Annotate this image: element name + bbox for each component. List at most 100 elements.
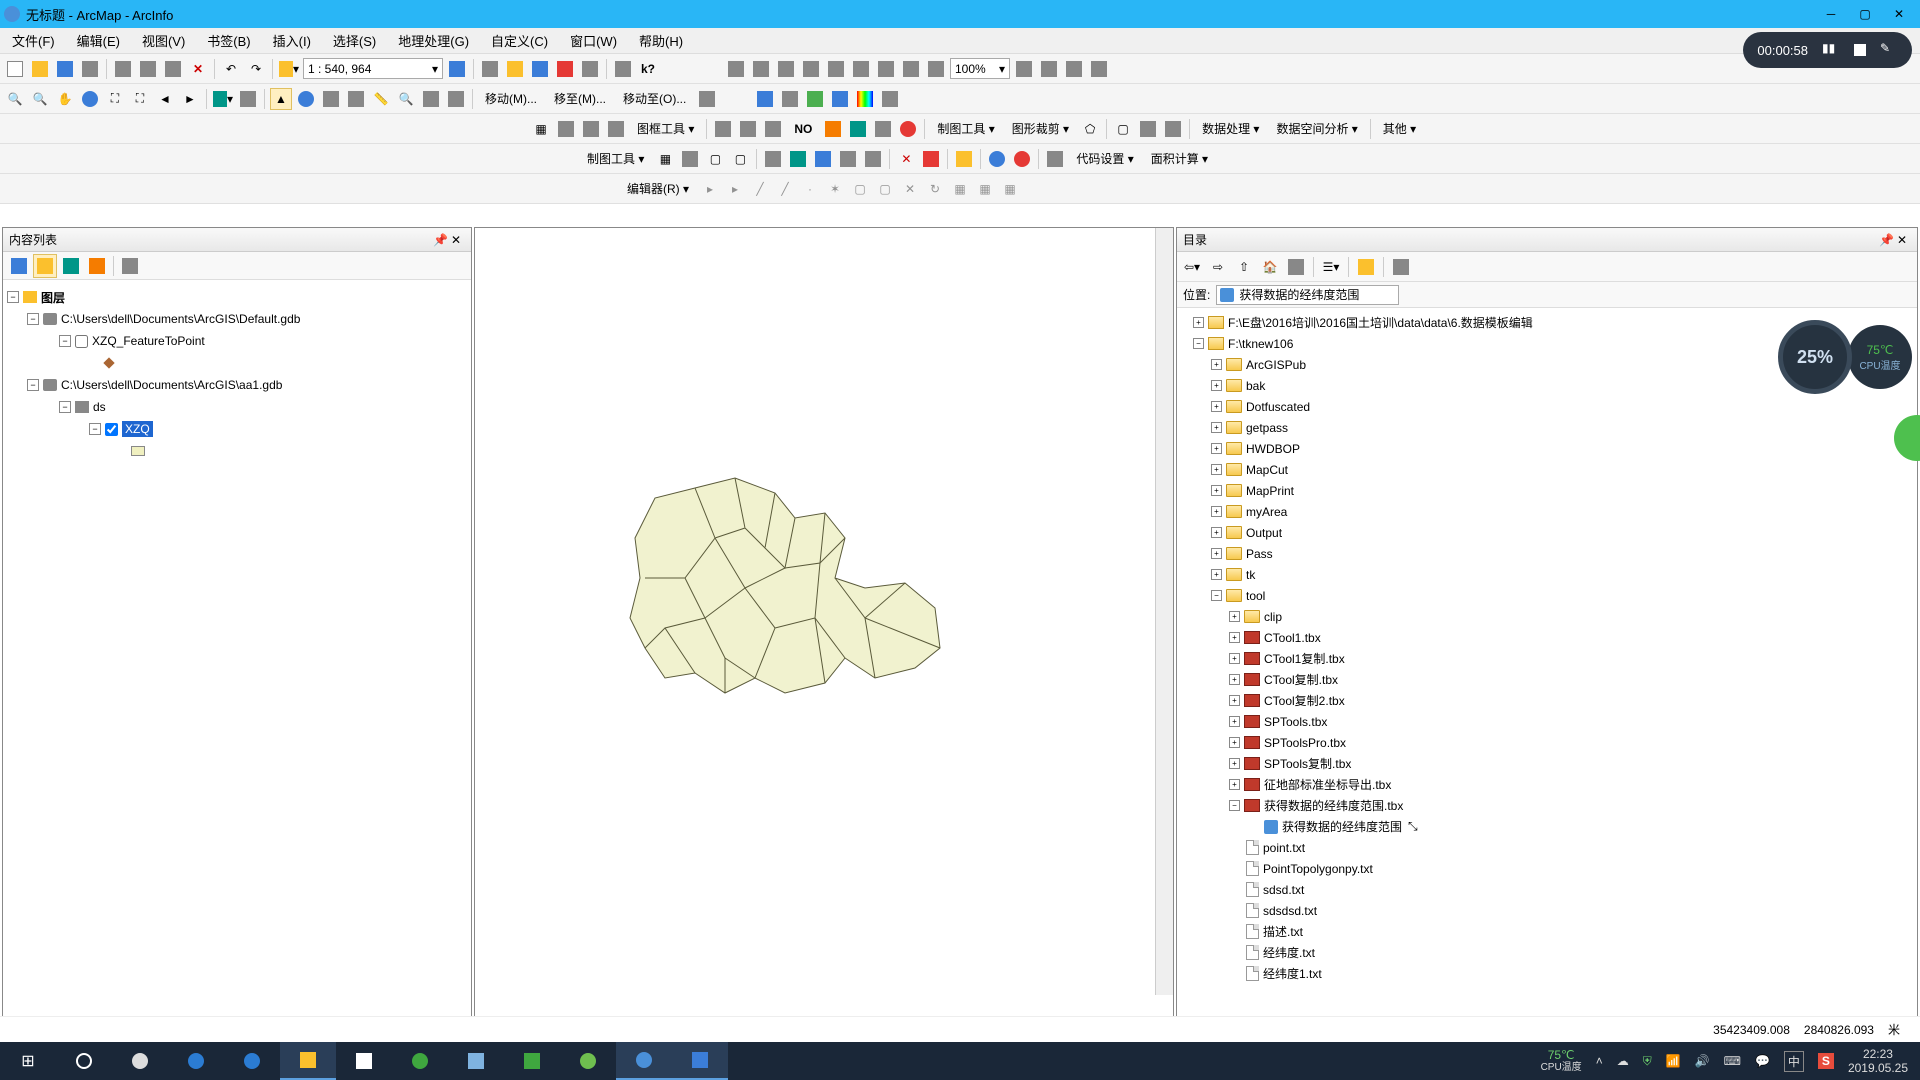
ct-2[interactable]: [555, 118, 577, 140]
edit-button[interactable]: ✎: [1880, 41, 1898, 59]
tree-toggle[interactable]: +: [1211, 422, 1222, 433]
taskbar-app-ie[interactable]: [168, 1042, 224, 1080]
carto-tools2-button[interactable]: 制图工具 ▾: [580, 148, 651, 170]
c2-5[interactable]: [762, 148, 784, 170]
layer2-checkbox[interactable]: [105, 423, 118, 436]
toc-button[interactable]: [479, 58, 501, 80]
tray-temp[interactable]: 75℃ CPU温度: [1541, 1048, 1582, 1074]
select-elements[interactable]: ▲: [270, 88, 292, 110]
ct-6[interactable]: [737, 118, 759, 140]
georef-2[interactable]: [750, 58, 772, 80]
other-button[interactable]: 其他 ▾: [1376, 118, 1423, 140]
tray-chevron-icon[interactable]: ˄: [1596, 1054, 1603, 1068]
find-button[interactable]: 🔍: [395, 88, 417, 110]
tray-keyboard-icon[interactable]: ⌨: [1724, 1054, 1741, 1068]
goto-xy[interactable]: [445, 88, 467, 110]
ct-7[interactable]: [762, 118, 784, 140]
clear-selection[interactable]: [237, 88, 259, 110]
hyperlink-button[interactable]: [320, 88, 342, 110]
ct-10[interactable]: [872, 118, 894, 140]
catalog-textfile[interactable]: 经纬度.txt: [1179, 942, 1915, 963]
catalog-folder-tool[interactable]: −tool: [1179, 585, 1915, 606]
ed-2[interactable]: ▸: [724, 178, 746, 200]
tree-toggle[interactable]: +: [1229, 611, 1240, 622]
ed-5[interactable]: ·: [799, 178, 821, 200]
tree-toggle[interactable]: +: [1193, 317, 1204, 328]
catalog-textfile[interactable]: point.txt: [1179, 837, 1915, 858]
toc-tab-source[interactable]: [33, 254, 57, 278]
toc-tab-visibility[interactable]: [59, 254, 83, 278]
close-button[interactable]: ✕: [1892, 7, 1906, 21]
taskbar-app-iqiyi[interactable]: [504, 1042, 560, 1080]
gdb2-label[interactable]: C:\Users\dell\Documents\ArcGIS\aa1.gdb: [61, 378, 282, 392]
taskbar-app-recorder[interactable]: [672, 1042, 728, 1080]
start-button[interactable]: ⊞: [0, 1042, 56, 1080]
tree-toggle[interactable]: −: [27, 379, 39, 391]
tree-toggle[interactable]: −: [27, 313, 39, 325]
ct-11[interactable]: [897, 118, 919, 140]
zoom-out-button[interactable]: 🔍: [29, 88, 51, 110]
draw-4[interactable]: [829, 88, 851, 110]
zoom-in-button[interactable]: 🔍: [4, 88, 26, 110]
tray-volume-icon[interactable]: 🔊: [1695, 1054, 1710, 1068]
catalog-textfile[interactable]: PointTopolygonpy.txt: [1179, 858, 1915, 879]
taskbar-app-browser[interactable]: [560, 1042, 616, 1080]
catalog-folder-Pass[interactable]: +Pass: [1179, 543, 1915, 564]
draw-6[interactable]: [879, 88, 901, 110]
catalog-button[interactable]: [504, 58, 526, 80]
toc-close-button[interactable]: ✕: [451, 233, 465, 247]
ed-10[interactable]: ↻: [924, 178, 946, 200]
catalog-tool-item[interactable]: 获得数据的经纬度范围⤡: [1179, 816, 1915, 837]
frame-tools-button[interactable]: 图框工具 ▾: [630, 118, 701, 140]
georef-4[interactable]: [800, 58, 822, 80]
tree-toggle[interactable]: −: [89, 423, 101, 435]
ct-9[interactable]: [847, 118, 869, 140]
copy-button[interactable]: [137, 58, 159, 80]
catalog-folder-getpass[interactable]: +getpass: [1179, 417, 1915, 438]
location-input[interactable]: [1216, 285, 1399, 305]
catalog-toolbox[interactable]: +CTool复制2.tbx: [1179, 690, 1915, 711]
layer1-checkbox[interactable]: [75, 335, 88, 348]
prev-extent[interactable]: ◄: [154, 88, 176, 110]
tree-toggle[interactable]: −: [7, 291, 19, 303]
ct-5[interactable]: [712, 118, 734, 140]
tray-notification-icon[interactable]: 💬: [1755, 1054, 1770, 1068]
tree-toggle[interactable]: +: [1211, 485, 1222, 496]
extra-tool-1[interactable]: [696, 88, 718, 110]
fixed-zoom-out[interactable]: ⛶: [129, 88, 151, 110]
cortana-button[interactable]: [56, 1042, 112, 1080]
layer1-label[interactable]: XZQ_FeatureToPoint: [92, 334, 205, 348]
tree-toggle[interactable]: +: [1211, 527, 1222, 538]
clip-tools-button[interactable]: 图形裁剪 ▾: [1005, 118, 1076, 140]
c2-3[interactable]: ▢: [704, 148, 726, 170]
toc-tab-selection[interactable]: [85, 254, 109, 278]
menu-help[interactable]: 帮助(H): [635, 29, 687, 52]
fixed-zoom-in[interactable]: ⛶: [104, 88, 126, 110]
toc-options[interactable]: [118, 254, 142, 278]
save-button[interactable]: [54, 58, 76, 80]
cat-refresh[interactable]: [1285, 256, 1307, 278]
c2-15[interactable]: [1044, 148, 1066, 170]
tree-toggle[interactable]: +: [1229, 737, 1240, 748]
tray-sogou-icon[interactable]: S: [1818, 1053, 1834, 1069]
tree-toggle[interactable]: +: [1229, 779, 1240, 790]
redo-button[interactable]: ↷: [245, 58, 267, 80]
catalog-folder-MapPrint[interactable]: +MapPrint: [1179, 480, 1915, 501]
draw-5[interactable]: [854, 88, 876, 110]
menu-bookmarks[interactable]: 书签(B): [203, 29, 254, 52]
print-button[interactable]: [79, 58, 101, 80]
taskbar-app-notepad[interactable]: [448, 1042, 504, 1080]
taskbar-app-swirl[interactable]: [112, 1042, 168, 1080]
georef-8[interactable]: [900, 58, 922, 80]
full-extent-button[interactable]: [79, 88, 101, 110]
identify-button[interactable]: [295, 88, 317, 110]
ed-8[interactable]: ▢: [874, 178, 896, 200]
tray-wifi-icon[interactable]: 📶: [1666, 1054, 1681, 1068]
ed-4[interactable]: ╱: [774, 178, 796, 200]
taskbar-app-edge[interactable]: [224, 1042, 280, 1080]
map-canvas[interactable]: [475, 228, 1173, 1017]
pan-button[interactable]: ✋: [54, 88, 76, 110]
tree-toggle[interactable]: +: [1211, 380, 1222, 391]
scale-combo[interactable]: 1 : 540, 964▾: [303, 58, 443, 79]
ed-9[interactable]: ✕: [899, 178, 921, 200]
